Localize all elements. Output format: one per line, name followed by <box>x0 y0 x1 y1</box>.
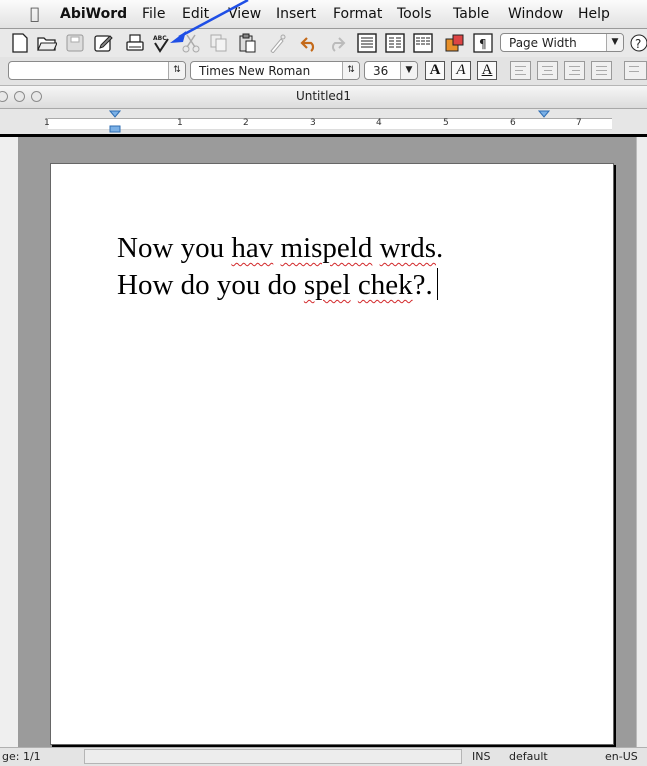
text-run[interactable] <box>372 232 379 264</box>
menu-table[interactable]: Table <box>453 6 489 22</box>
standard-toolbar: ABC ¶ Page Width ▼ ? <box>0 29 647 57</box>
stepper-arrows-icon: ⇅ <box>342 62 359 79</box>
font-select[interactable]: Times New Roman ⇅ <box>190 61 360 80</box>
help-icon[interactable]: ? <box>628 32 647 54</box>
menu-format[interactable]: Format <box>333 6 382 22</box>
document-line[interactable]: Now you hav mispeld wrds. <box>117 230 443 267</box>
text-run[interactable]: . <box>436 232 443 264</box>
paste-icon[interactable] <box>236 32 258 54</box>
numbered-list-button[interactable] <box>624 61 647 80</box>
open-folder-icon[interactable] <box>36 32 58 54</box>
font-value: Times New Roman <box>199 64 311 78</box>
chevron-down-icon: ▼ <box>400 62 417 79</box>
ruler-number: 4 <box>376 118 382 128</box>
text-run[interactable]: ?. <box>413 269 433 301</box>
undo-icon[interactable] <box>298 32 320 54</box>
language-indicator: en-US <box>605 750 638 763</box>
text-run[interactable] <box>273 232 280 264</box>
window-title: Untitled1 <box>295 89 352 103</box>
menu-file[interactable]: File <box>142 6 165 22</box>
bold-button[interactable]: A <box>425 61 445 80</box>
menu-edit[interactable]: Edit <box>182 6 209 22</box>
zoom-select[interactable]: Page Width ▼ <box>500 33 624 52</box>
insert-mode-indicator: INS <box>472 750 491 763</box>
vertical-ruler <box>0 137 19 747</box>
text-cursor <box>436 268 438 300</box>
format-toolbar: ⇅ Times New Roman ⇅ 36 ▼ A A A <box>0 57 647 86</box>
page-indicator: ge: 1/1 <box>2 750 41 763</box>
menu-insert[interactable]: Insert <box>276 6 316 22</box>
insert-image-icon[interactable] <box>444 32 466 54</box>
ruler-number: 1 <box>44 118 50 128</box>
align-left-button[interactable] <box>510 61 531 80</box>
document-text[interactable]: Now you hav mispeld wrds. How do you do s… <box>117 230 443 304</box>
menu-tools[interactable]: Tools <box>397 6 432 22</box>
ruler-number: 7 <box>576 118 582 128</box>
three-columns-icon[interactable] <box>412 32 434 54</box>
font-size-select[interactable]: 36 ▼ <box>364 61 418 80</box>
chevron-down-icon: ▼ <box>606 34 623 51</box>
misspelled-word[interactable]: spel <box>304 269 351 301</box>
menu-view[interactable]: View <box>228 6 261 22</box>
underline-button[interactable]: A <box>477 61 497 80</box>
apple-menu-icon[interactable]:  <box>30 4 40 23</box>
save-icon[interactable] <box>64 32 86 54</box>
text-run[interactable]: Now you <box>117 232 231 264</box>
ruler-number: 3 <box>310 118 316 128</box>
zoom-value: Page Width <box>509 36 577 50</box>
print-icon[interactable] <box>124 32 146 54</box>
misspelled-word[interactable]: chek <box>358 269 413 301</box>
menu-window[interactable]: Window <box>508 6 563 22</box>
menu-bar:  AbiWord File Edit View Insert Format T… <box>0 0 647 29</box>
status-message-field <box>84 749 462 764</box>
redo-icon[interactable] <box>326 32 348 54</box>
status-bar: ge: 1/1 INS default en-US <box>0 747 647 766</box>
ruler-number: 5 <box>443 118 449 128</box>
misspelled-word[interactable]: wrds <box>380 232 436 264</box>
ruler-number: 6 <box>510 118 516 128</box>
svg-text:¶: ¶ <box>479 37 487 51</box>
document-line[interactable]: How do you do spel chek?. <box>117 267 443 304</box>
misspelled-word[interactable]: hav <box>231 232 273 264</box>
align-center-button[interactable] <box>537 61 558 80</box>
misspelled-word[interactable]: mispeld <box>281 232 373 264</box>
horizontal-ruler: 1 1 2 3 4 5 6 7 <box>0 109 647 134</box>
ruler-number: 1 <box>177 118 183 128</box>
italic-button[interactable]: A <box>451 61 471 80</box>
ruler-number: 2 <box>243 118 249 128</box>
vertical-scrollbar[interactable] <box>636 137 647 747</box>
justify-button[interactable] <box>591 61 612 80</box>
spell-check-icon[interactable]: ABC <box>150 32 172 54</box>
format-painter-icon[interactable] <box>266 32 288 54</box>
right-margin-marker-icon[interactable] <box>538 109 550 134</box>
indent-marker-icon[interactable] <box>109 109 121 134</box>
window-title-bar: Untitled1 <box>0 86 647 109</box>
cut-icon[interactable] <box>180 32 202 54</box>
text-run[interactable]: How do you do <box>117 269 304 301</box>
save-as-icon[interactable] <box>92 32 114 54</box>
svg-text:?: ? <box>635 37 641 51</box>
align-right-button[interactable] <box>564 61 585 80</box>
stepper-arrows-icon: ⇅ <box>168 62 185 79</box>
one-column-icon[interactable] <box>356 32 378 54</box>
style-select[interactable]: ⇅ <box>8 61 186 80</box>
svg-text:ABC: ABC <box>153 35 167 42</box>
menu-help[interactable]: Help <box>578 6 610 22</box>
new-document-icon[interactable] <box>9 32 31 54</box>
style-indicator: default <box>509 750 548 763</box>
two-columns-icon[interactable] <box>384 32 406 54</box>
text-run[interactable] <box>351 269 358 301</box>
ruler-track <box>48 118 612 130</box>
show-formatting-marks-icon[interactable]: ¶ <box>472 32 494 54</box>
font-size-value: 36 <box>373 64 389 78</box>
menu-app-name[interactable]: AbiWord <box>60 6 127 22</box>
document-page[interactable]: Now you hav mispeld wrds. How do you do s… <box>50 163 614 745</box>
copy-icon[interactable] <box>208 32 230 54</box>
